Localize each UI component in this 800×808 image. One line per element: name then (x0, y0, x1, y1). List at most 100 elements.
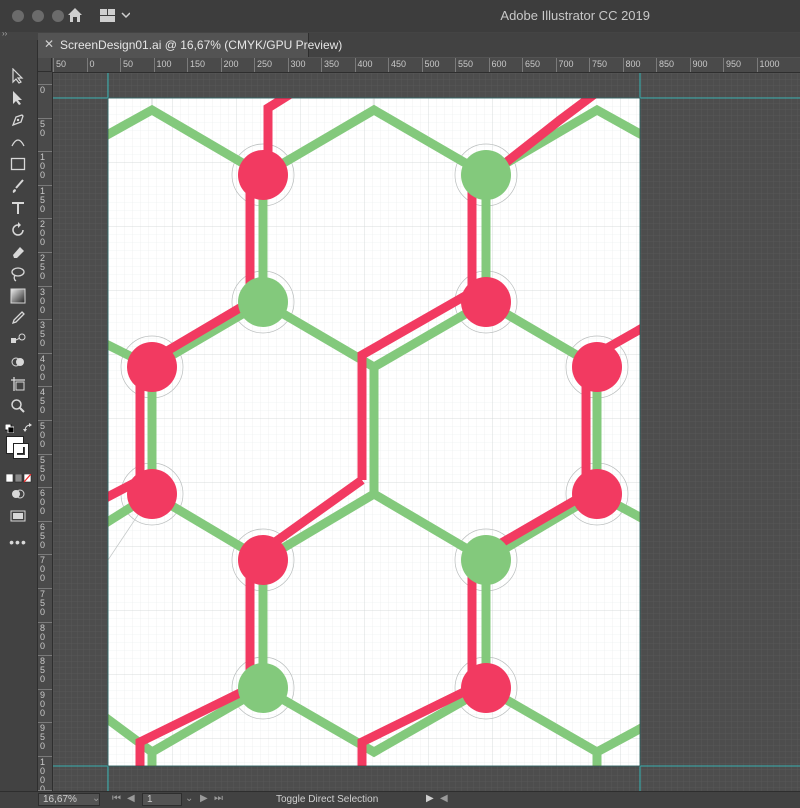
hruler-label: 700 (558, 59, 574, 69)
type-tool-icon[interactable] (8, 198, 28, 218)
vruler-label: 100 (40, 152, 46, 181)
vruler-label: 750 (40, 589, 46, 617)
vruler-tick (38, 352, 52, 354)
pen-tool-icon[interactable] (8, 110, 28, 130)
hruler-label: 600 (491, 59, 507, 69)
zoom-dropdown-icon[interactable]: ⌄ (92, 793, 100, 804)
vruler-label: 950 (40, 723, 46, 752)
close-tab-icon[interactable]: ✕ (44, 37, 54, 51)
hruler-label: 200 (223, 59, 239, 69)
hruler-tick (622, 58, 624, 72)
curvature-tool-icon[interactable] (8, 132, 28, 152)
hruler-tick (656, 58, 657, 72)
vruler-label: 800 (40, 622, 46, 651)
rotate-tool-icon[interactable] (8, 220, 28, 240)
vruler-tick (38, 756, 52, 757)
document-canvas[interactable] (53, 73, 800, 791)
previous-artboard-icon[interactable]: ◀ (127, 793, 135, 804)
rectangle-tool-icon[interactable] (8, 154, 28, 174)
vruler-tick (38, 453, 52, 455)
paintbrush-tool-icon[interactable] (8, 176, 28, 196)
hruler-tick (689, 58, 691, 72)
default-colors-icon[interactable] (4, 420, 15, 434)
vruler-tick (38, 722, 52, 724)
vertical-ruler[interactable]: 0 50 100 150 200 250 300 350 400 450 500 550 600 650 7… (38, 72, 53, 791)
lasso-tool-icon[interactable] (8, 264, 28, 284)
screen-mode-icon[interactable] (8, 506, 28, 526)
ruler-origin[interactable] (38, 58, 52, 72)
zoom-level-field[interactable]: 16,67% (38, 793, 100, 806)
close-window-button[interactable] (12, 10, 24, 22)
vruler-label: 700 (40, 555, 46, 584)
eraser-tool-icon[interactable] (8, 242, 28, 262)
vruler-tick (38, 386, 52, 388)
edit-toolbar-icon[interactable]: ••• (8, 532, 28, 552)
hruler-tick (354, 58, 356, 72)
hruler-label: 100 (156, 59, 172, 69)
tools-panel: ••• (0, 40, 38, 791)
last-artboard-icon[interactable]: ⏭ (214, 793, 223, 804)
vruler-tick (38, 621, 52, 623)
hruler-tick (756, 58, 758, 72)
horizontal-ruler[interactable]: 50 0 50 100 150 200 250 300 350 400 450 500 550 600 65… (38, 58, 800, 73)
next-artboard-icon[interactable]: ▶ (200, 793, 208, 804)
gradient-tool-icon[interactable] (8, 286, 28, 306)
vruler-label: 350 (40, 320, 46, 349)
artboard-number-field[interactable]: 1 (142, 793, 182, 806)
current-tool-label: Toggle Direct Selection (276, 794, 379, 805)
vruler-tick (38, 84, 52, 85)
zoom-window-button[interactable] (52, 10, 64, 22)
arrange-documents-icon[interactable] (100, 9, 131, 28)
vruler-tick (38, 117, 52, 119)
hruler-label: 500 (424, 59, 440, 69)
vruler-label: 900 (40, 689, 46, 718)
vruler-label: 400 (40, 353, 46, 382)
vruler-label: 250 (40, 253, 46, 281)
hruler-tick (254, 58, 255, 72)
hruler-label: 150 (190, 59, 206, 69)
hruler-label: 550 (458, 59, 474, 69)
hruler-label: 950 (726, 59, 742, 69)
hruler-label: 0 (89, 59, 95, 69)
vruler-label: 600 (40, 488, 46, 517)
hruler-label: 300 (290, 59, 306, 69)
eyedropper-tool-icon[interactable] (8, 308, 28, 328)
vruler-tick (38, 218, 52, 220)
vruler-label: 650 (40, 521, 46, 550)
hruler-label: 350 (324, 59, 340, 69)
shape-builder-tool-icon[interactable] (8, 352, 28, 372)
selection-tool-icon[interactable] (8, 66, 28, 86)
hruler-tick (153, 58, 155, 72)
hruler-tick (120, 58, 121, 72)
home-icon[interactable] (66, 6, 84, 29)
vruler-label: 0 (40, 85, 46, 95)
artboard-dropdown-icon[interactable]: ⌄ (185, 793, 193, 804)
status-menu-icon[interactable]: ▶ (426, 793, 434, 804)
hruler-label: 250 (257, 59, 273, 69)
hruler-tick (589, 58, 590, 72)
hruler-tick (388, 58, 389, 72)
artboard-tool-icon[interactable] (8, 374, 28, 394)
vruler-tick (38, 688, 52, 690)
vruler-tick (38, 588, 52, 589)
vruler-label: 550 (40, 454, 46, 483)
direct-selection-tool-icon[interactable] (8, 88, 28, 108)
collapse-toolbar-icon[interactable]: ›› (2, 29, 7, 38)
hruler-label: 450 (391, 59, 407, 69)
color-mode-icons[interactable] (5, 470, 32, 483)
blend-tool-icon[interactable] (8, 330, 28, 350)
hruler-tick (86, 58, 88, 72)
stroke-swatch[interactable] (13, 443, 29, 459)
vruler-label: 200 (40, 219, 46, 248)
swap-colors-icon[interactable] (23, 420, 33, 432)
status-scroll-left-icon[interactable]: ◀ (440, 793, 448, 804)
tab-screendesign01[interactable]: ✕ ScreenDesign01.ai @ 16,67% (CMYK/GPU P… (38, 33, 342, 57)
canvas-svg (53, 73, 800, 791)
minimize-window-button[interactable] (32, 10, 44, 22)
zoom-tool-icon[interactable] (8, 396, 28, 416)
hruler-tick (421, 58, 423, 72)
first-artboard-icon[interactable]: ⏮ (112, 793, 121, 804)
vruler-tick (38, 319, 52, 321)
vruler-tick (38, 420, 52, 421)
drawing-modes-icon[interactable] (8, 484, 28, 504)
